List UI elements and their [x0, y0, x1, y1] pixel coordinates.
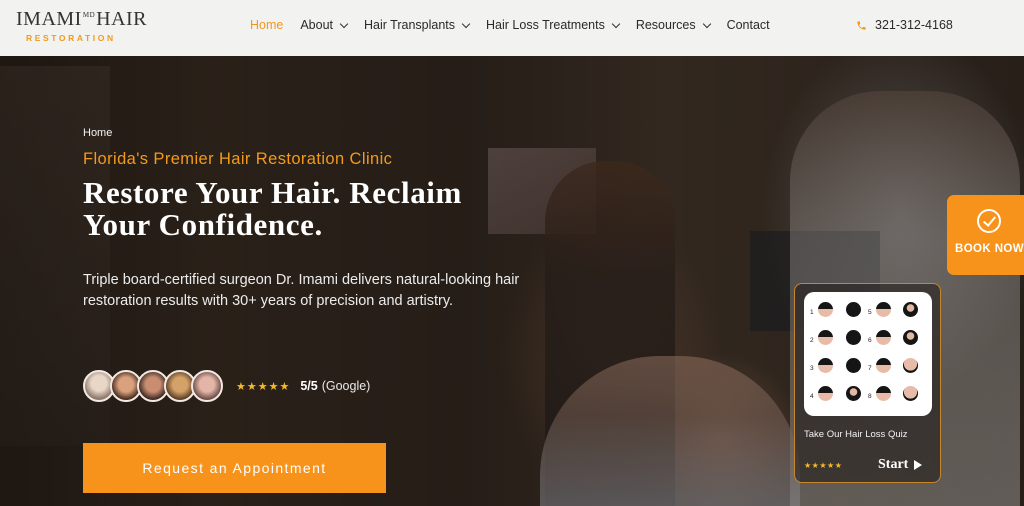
head-icon: [846, 386, 861, 401]
logo[interactable]: IMAMIMDHAIR RESTORATION: [14, 6, 148, 48]
main-nav: Home About Hair Transplants Hair Loss Tr…: [250, 18, 787, 32]
play-icon: [914, 460, 923, 470]
head-icon: [818, 386, 833, 401]
phone-icon: [857, 20, 866, 30]
hero-title: Restore Your Hair. Reclaim Your Confiden…: [83, 175, 462, 242]
stage-number: 7: [868, 365, 872, 372]
chevron-down-icon: [339, 19, 349, 28]
head-icon: [903, 330, 918, 345]
stage-number: 4: [810, 393, 814, 400]
head-icon: [876, 330, 891, 345]
nav-item-home[interactable]: Home: [250, 18, 283, 32]
head-icon: [876, 302, 891, 317]
quiz-start-button[interactable]: Start: [878, 457, 923, 473]
star-rating-icon: ★★★★★: [804, 461, 843, 470]
hero-description: Triple board-certified surgeon Dr. Imami…: [83, 272, 520, 309]
reviewer-avatars: [83, 370, 223, 402]
site-header: IMAMIMDHAIR RESTORATION Home About Hair …: [0, 0, 1024, 56]
head-icon: [818, 358, 833, 373]
rating-source: (Google): [321, 379, 371, 393]
check-circle-icon: [977, 209, 1001, 233]
book-now-button[interactable]: BOOK NOW: [947, 195, 1024, 275]
head-icon: [876, 386, 891, 401]
logo-tagline: RESTORATION: [26, 33, 116, 43]
nav-item-about[interactable]: About: [300, 18, 349, 32]
star-rating-icon: ★★★★★: [236, 380, 291, 393]
nav-item-hair-transplants[interactable]: Hair Transplants: [364, 18, 471, 32]
stage-number: 2: [810, 337, 814, 344]
reviews-row: ★★★★★ 5/5 (Google): [83, 370, 370, 402]
head-icon: [846, 330, 861, 345]
start-label: Start: [878, 457, 909, 472]
head-icon: [903, 358, 918, 373]
stage-number: 8: [868, 393, 872, 400]
chevron-down-icon: [702, 19, 711, 28]
hair-loss-stages-chart: 1 2 3 4 5 6 7 8: [804, 292, 932, 416]
head-icon: [903, 302, 918, 317]
nav-item-hair-loss-treatments[interactable]: Hair Loss Treatments: [486, 18, 621, 32]
hair-loss-quiz-card[interactable]: 1 2 3 4 5 6 7 8 Take Our Hair Loss Quiz …: [794, 283, 941, 483]
rating-score: 5/5: [300, 379, 318, 393]
book-now-label: BOOK NOW: [955, 243, 1024, 255]
phone-number: 321-312-4168: [875, 18, 953, 32]
head-icon: [903, 386, 918, 401]
avatar: [191, 370, 223, 402]
head-icon: [818, 302, 833, 317]
chevron-down-icon: [461, 19, 471, 28]
head-icon: [876, 358, 891, 373]
head-icon: [846, 302, 861, 317]
stage-number: 6: [868, 337, 872, 344]
head-icon: [818, 330, 833, 345]
head-icon: [846, 358, 861, 373]
nav-item-resources[interactable]: Resources: [636, 18, 711, 32]
stage-number: 1: [810, 309, 814, 316]
hero-subtitle: Florida's Premier Hair Restoration Clini…: [83, 150, 393, 168]
nav-item-contact[interactable]: Contact: [727, 18, 770, 32]
stage-number: 5: [868, 309, 872, 316]
quiz-label: Take Our Hair Loss Quiz: [804, 429, 908, 440]
phone-link[interactable]: 321-312-4168: [856, 18, 953, 32]
stage-number: 3: [810, 365, 814, 372]
hero-section: Home Florida's Premier Hair Restoration …: [0, 56, 1024, 506]
request-appointment-button[interactable]: Request an Appointment: [83, 443, 386, 493]
chevron-down-icon: [611, 19, 621, 28]
logo-wordmark: IMAMIMDHAIR: [16, 8, 148, 30]
breadcrumb[interactable]: Home: [83, 127, 112, 139]
